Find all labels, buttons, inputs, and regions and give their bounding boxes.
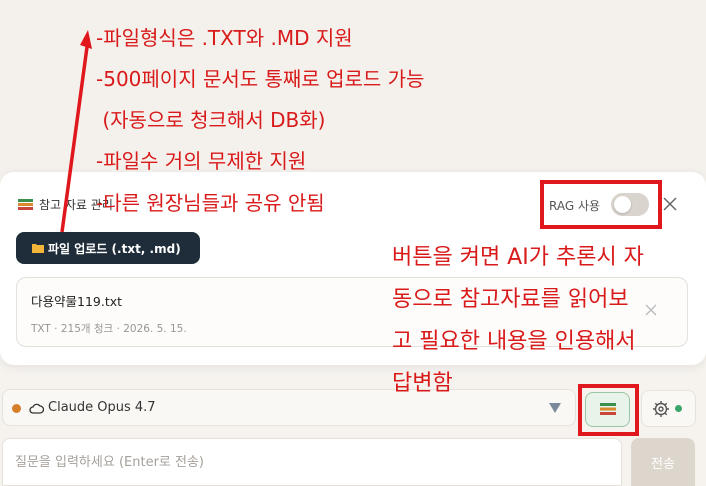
gear-icon <box>653 401 669 417</box>
upload-button[interactable]: 파일 업로드 (.txt, .md) <box>16 232 200 264</box>
folder-icon <box>32 244 44 253</box>
annotation-box-books-button <box>578 384 639 436</box>
model-selector[interactable]: Claude Opus 4.7 <box>2 389 576 426</box>
remove-file-icon[interactable] <box>645 304 657 316</box>
model-name: Claude Opus 4.7 <box>48 400 156 415</box>
books-icon <box>18 198 33 210</box>
annotation-box-rag-toggle <box>540 180 662 229</box>
question-input-box[interactable] <box>2 438 622 486</box>
close-icon[interactable] <box>662 196 678 212</box>
annotation-side-4: 답변함 <box>392 371 453 396</box>
annotation-side-2: 동으로 참고자료를 읽어보 <box>392 287 629 312</box>
file-name: 다용약물119.txt <box>31 294 123 309</box>
send-button-label: 전송 <box>651 456 675 472</box>
cloud-icon <box>29 403 44 414</box>
annotation-line-2: -500페이지 문서도 통째로 업로드 가능 <box>96 67 425 91</box>
question-input[interactable] <box>3 439 621 485</box>
settings-button[interactable] <box>641 390 696 427</box>
send-button[interactable]: 전송 <box>631 438 695 486</box>
chevron-down-icon <box>549 403 561 413</box>
annotation-line-3: (자동으로 청크해서 DB화) <box>96 108 326 132</box>
annotation-side-3: 고 필요한 내용을 인용해서 <box>392 329 636 354</box>
status-dot <box>675 405 682 412</box>
annotation-line-5: -다른 원장님들과 공유 안됨 <box>96 191 325 215</box>
file-meta: TXT · 215개 청크 · 2026. 5. 15. <box>31 323 187 335</box>
annotation-line-4: -파일수 거의 무제한 지원 <box>96 149 307 173</box>
model-status-dot <box>12 404 21 413</box>
annotation-line-1: -파일형식은 .TXT와 .MD 지원 <box>96 26 353 50</box>
upload-button-label: 파일 업로드 (.txt, .md) <box>48 241 181 256</box>
annotation-side-1: 버튼을 켜면 AI가 추론시 자 <box>392 245 644 270</box>
